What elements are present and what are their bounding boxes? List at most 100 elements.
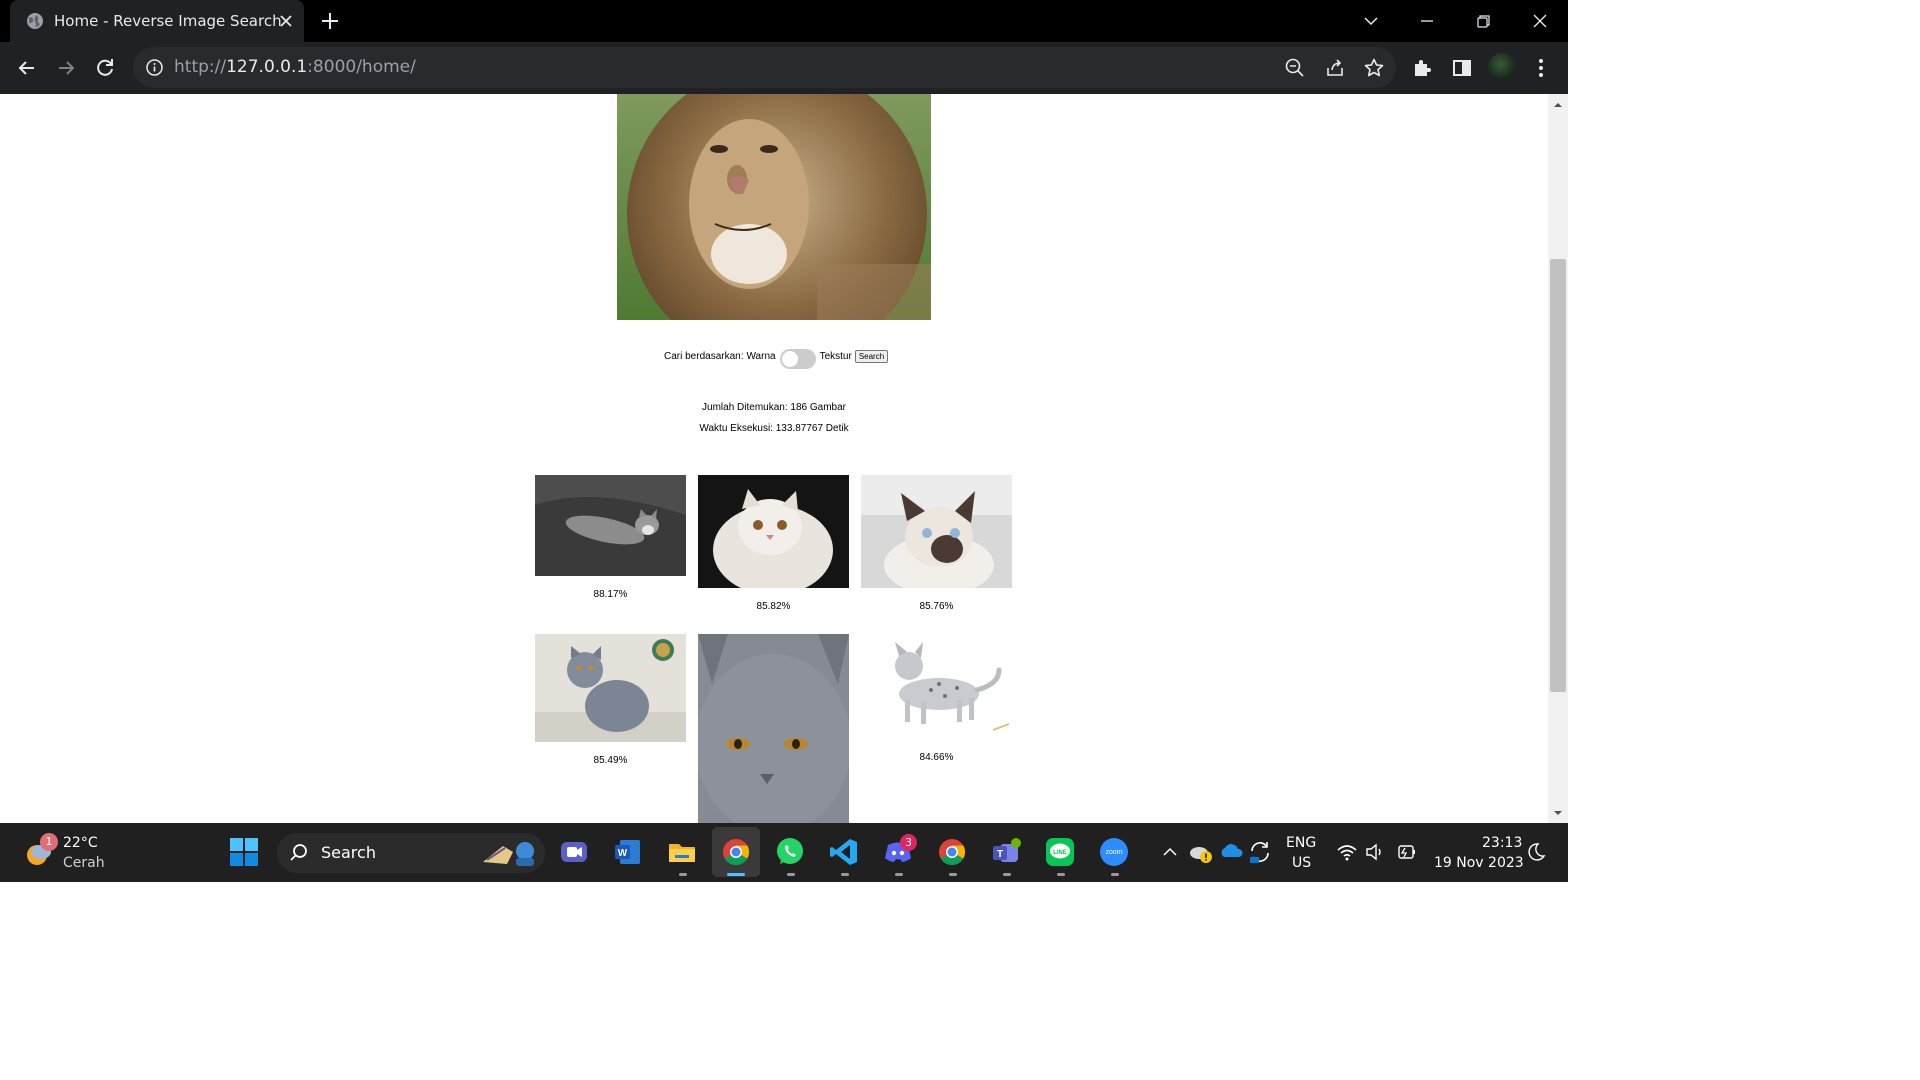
language-region[interactable]: US [1292,855,1311,871]
result-card[interactable]: 84.66% [861,634,1012,763]
window-close-icon[interactable] [1527,8,1553,34]
volume-icon[interactable] [1364,842,1386,862]
weather-badge: 1 [40,833,58,851]
result-card[interactable]: 88.17% [535,475,686,600]
teams-icon[interactable]: T [990,836,1022,868]
option-color-label: Warna [746,350,776,362]
restore-icon[interactable] [1470,8,1496,34]
similarity-percent: 88.17% [593,589,628,600]
url-path: :8000/home/ [307,57,416,77]
search-button[interactable]: Search [854,349,889,363]
line-icon[interactable]: LINE [1044,836,1076,868]
reload-icon[interactable] [92,55,118,81]
minimize-icon[interactable] [1414,8,1440,34]
site-info-icon[interactable] [145,58,164,77]
similarity-percent: 85.76% [919,601,954,612]
siamese-kitten-image [861,475,1012,588]
more-menu-icon[interactable] [1528,55,1554,81]
result-image[interactable] [861,475,1012,588]
zoom-out-icon[interactable] [1284,57,1306,79]
grey-cat-closeup-image [698,634,849,823]
scroll-down-icon[interactable] [1553,808,1563,818]
tray-overflow-chevron-icon[interactable] [1160,844,1180,860]
url-host: 127.0.0.1 [226,57,308,77]
focus-moon-icon[interactable] [1526,842,1546,862]
windows-start-icon[interactable] [229,837,259,867]
similarity-percent: 85.82% [756,601,791,612]
search-highlight-icon [483,842,534,866]
forward-arrow-icon[interactable] [53,55,79,81]
result-card[interactable]: 85.76% [861,475,1012,612]
page-content: Cari berdasarkan: Warna Tekstur Search J… [0,94,1548,823]
extensions-puzzle-icon[interactable] [1410,55,1436,81]
chrome-icon[interactable] [720,836,752,868]
scroll-up-icon[interactable] [1553,100,1563,110]
running-indicator [679,873,687,876]
taskbar-search-label: Search [321,843,376,862]
result-card[interactable]: 85.82% [698,475,849,612]
result-image[interactable] [698,634,849,823]
result-card[interactable]: 85.49% [535,634,686,766]
chrome-profile-icon[interactable] [936,836,968,868]
url-text[interactable]: http://127.0.0.1:8000/home/ [174,57,416,77]
whatsapp-icon[interactable] [774,836,806,868]
close-icon[interactable] [276,11,296,31]
result-card[interactable] [698,634,849,823]
globe-icon [27,13,43,29]
execution-time: Waktu Eksekusi: 133.87767 Detik [699,423,849,434]
battery-icon[interactable] [1394,842,1418,862]
similarity-percent: 84.66% [919,752,954,763]
running-indicator [841,873,849,876]
toggle-knob [781,351,798,367]
color-texture-toggle[interactable] [779,349,816,369]
side-panel-icon[interactable] [1449,55,1475,81]
back-arrow-icon[interactable] [14,55,40,81]
search-controls: Cari berdasarkan: Warna Tekstur Search [664,346,889,369]
result-image[interactable] [535,475,686,576]
url-scheme: http:// [174,57,227,77]
clock-time[interactable]: 23:13 [1482,835,1522,851]
query-image [617,94,931,320]
running-indicator [1111,873,1119,876]
svg-text:T: T [997,849,1003,860]
zoom-meeting-icon[interactable] [558,836,590,868]
lion-image [617,94,931,320]
result-image[interactable] [861,634,1012,739]
sync-icon[interactable] [1248,839,1272,865]
search-mode-label: Cari berdasarkan: [664,350,744,362]
british-shorthair-sitting-image [535,634,686,742]
word-icon[interactable]: W [612,836,644,868]
tab-active[interactable]: Home - Reverse Image Search [10,0,304,42]
running-indicator [949,873,957,876]
zoom-app-icon[interactable]: zoom [1098,836,1130,868]
bookmark-star-icon[interactable] [1363,57,1385,79]
scrollbar-thumb[interactable] [1550,259,1566,692]
vscode-icon[interactable] [828,836,860,868]
clock-date[interactable]: 19 Nov 2023 [1434,855,1524,871]
active-indicator [727,873,745,876]
language-code[interactable]: ENG [1286,835,1316,851]
cat-lying-image [535,475,686,576]
new-tab-icon[interactable] [318,9,342,33]
share-icon[interactable] [1324,57,1346,79]
address-bar[interactable]: http://127.0.0.1:8000/home/ [133,47,1396,88]
onedrive-warning-icon[interactable] [1188,841,1214,865]
profile-avatar[interactable] [1488,53,1516,81]
search-icon [290,844,307,861]
onedrive-cloud-icon[interactable] [1219,841,1243,861]
file-explorer-icon[interactable] [666,836,698,868]
weather-temp[interactable]: 22°C [63,835,98,851]
result-image[interactable] [698,475,849,588]
taskbar-search-box[interactable]: Search [277,833,545,873]
browser-titlebar: Home - Reverse Image Search [0,0,1568,42]
browser-toolbar: http://127.0.0.1:8000/home/ [0,42,1568,94]
wifi-icon[interactable] [1336,842,1358,862]
tab-title: Home - Reverse Image Search [54,12,282,30]
result-image[interactable] [535,634,686,742]
running-indicator [1057,873,1065,876]
windows-taskbar: 1 22°C Cerah Search W 3 T LINE zoom ENG … [0,823,1568,882]
discord-badge: 3 [900,834,917,851]
spotted-kitten-image [861,634,1012,739]
tab-search-chevron-icon[interactable] [1358,8,1384,34]
weather-desc[interactable]: Cerah [63,855,105,871]
